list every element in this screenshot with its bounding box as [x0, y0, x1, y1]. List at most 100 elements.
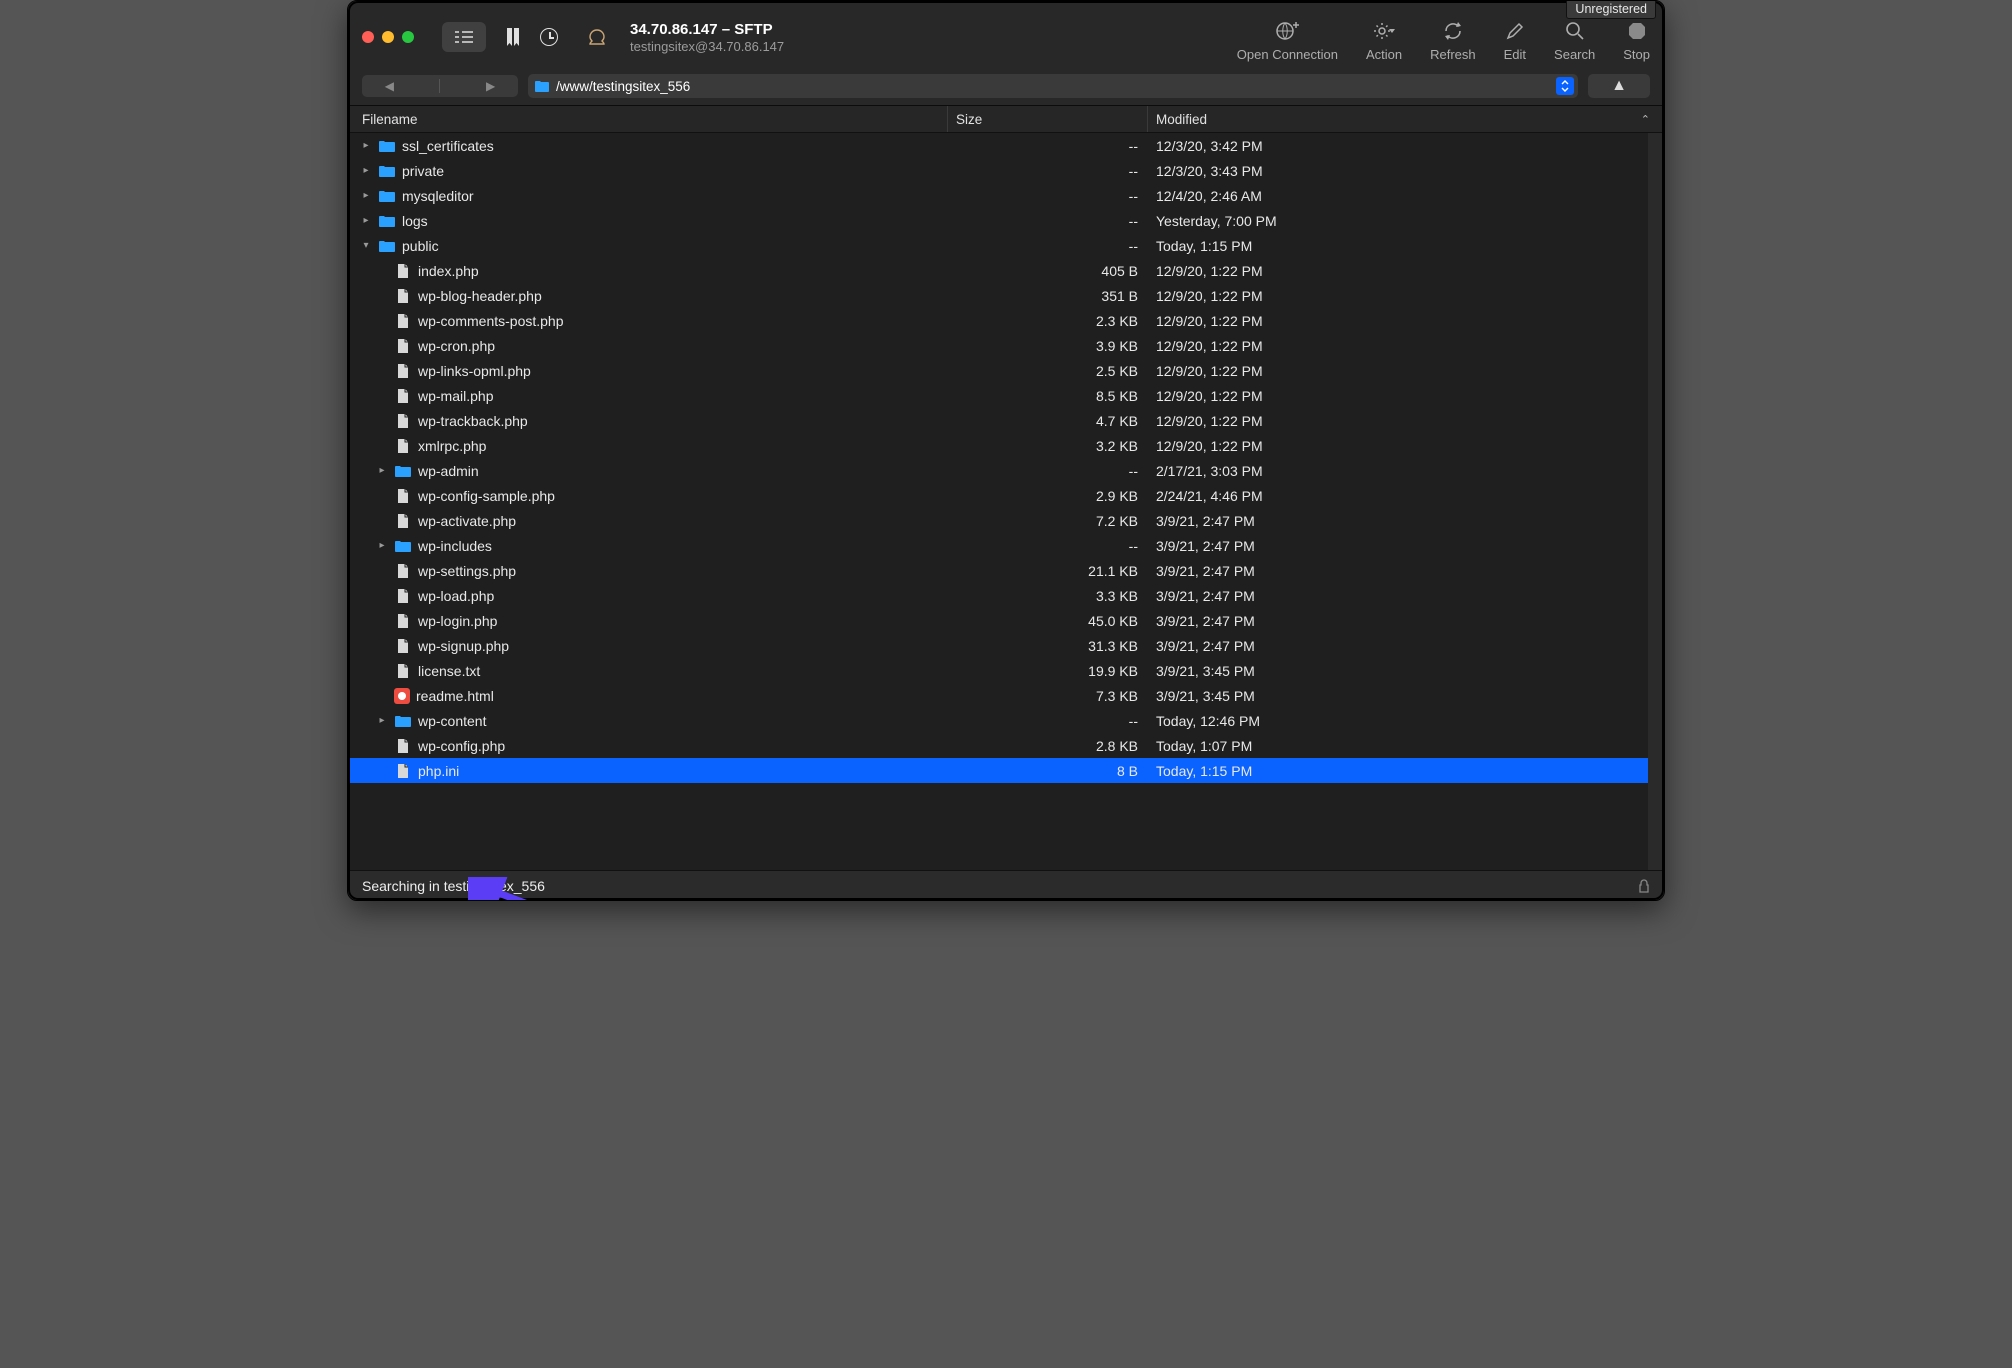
- file-name: public: [402, 238, 439, 254]
- folder-icon: [394, 712, 412, 730]
- disclosure-triangle-icon[interactable]: ▸: [360, 190, 372, 201]
- disclosure-triangle-icon[interactable]: ▸: [376, 465, 388, 476]
- table-row[interactable]: ▸mysqleditor--12/4/20, 2:46 AM: [348, 183, 1664, 208]
- file-modified: Today, 12:46 PM: [1148, 713, 1664, 729]
- folder-icon: [378, 187, 396, 205]
- table-row[interactable]: ▾public--Today, 1:15 PM: [348, 233, 1664, 258]
- file-name: logs: [402, 213, 428, 229]
- edit-button[interactable]: Edit: [1504, 19, 1526, 62]
- column-header-size[interactable]: Size: [948, 106, 1148, 132]
- file-size: 21.1 KB: [948, 563, 1148, 579]
- file-size: --: [948, 463, 1148, 479]
- table-row[interactable]: wp-activate.php7.2 KB3/9/21, 2:47 PM: [348, 508, 1664, 533]
- table-row[interactable]: wp-config-sample.php2.9 KB2/24/21, 4:46 …: [348, 483, 1664, 508]
- file-modified: 3/9/21, 3:45 PM: [1148, 663, 1664, 679]
- table-row[interactable]: wp-settings.php21.1 KB3/9/21, 2:47 PM: [348, 558, 1664, 583]
- disclosure-triangle-icon[interactable]: ▸: [360, 140, 372, 151]
- file-icon: [394, 637, 412, 655]
- file-name: private: [402, 163, 444, 179]
- window-title: 34.70.86.147 – SFTP: [630, 21, 784, 38]
- disclosure-triangle-icon[interactable]: ▸: [360, 215, 372, 226]
- file-name: wp-cron.php: [418, 338, 495, 354]
- minimize-window-button[interactable]: [382, 31, 394, 43]
- action-menu-button[interactable]: Action: [1366, 19, 1402, 62]
- table-row[interactable]: wp-trackback.php4.7 KB12/9/20, 1:22 PM: [348, 408, 1664, 433]
- history-icon[interactable]: [540, 28, 558, 46]
- open-connection-button[interactable]: Open Connection: [1237, 19, 1338, 62]
- table-row[interactable]: index.php405 B12/9/20, 1:22 PM: [348, 258, 1664, 283]
- path-field[interactable]: /www/testingsitex_556: [528, 74, 1578, 98]
- table-row[interactable]: wp-mail.php8.5 KB12/9/20, 1:22 PM: [348, 383, 1664, 408]
- folder-icon: [378, 237, 396, 255]
- table-row[interactable]: wp-blog-header.php351 B12/9/20, 1:22 PM: [348, 283, 1664, 308]
- file-size: 2.9 KB: [948, 488, 1148, 504]
- file-modified: 12/4/20, 2:46 AM: [1148, 188, 1664, 204]
- close-window-button[interactable]: [362, 31, 374, 43]
- file-modified: 2/17/21, 3:03 PM: [1148, 463, 1664, 479]
- file-modified: 3/9/21, 2:47 PM: [1148, 538, 1664, 554]
- cyberduck-icon: [586, 27, 608, 47]
- table-row[interactable]: ▸wp-includes--3/9/21, 2:47 PM: [348, 533, 1664, 558]
- table-row[interactable]: wp-config.php2.8 KBToday, 1:07 PM: [348, 733, 1664, 758]
- file-name: license.txt: [418, 663, 480, 679]
- file-size: --: [948, 213, 1148, 229]
- file-name: wp-activate.php: [418, 513, 516, 529]
- table-row[interactable]: wp-links-opml.php2.5 KB12/9/20, 1:22 PM: [348, 358, 1664, 383]
- file-modified: 12/9/20, 1:22 PM: [1148, 413, 1664, 429]
- table-row[interactable]: wp-cron.php3.9 KB12/9/20, 1:22 PM: [348, 333, 1664, 358]
- table-row[interactable]: ▸ logs --Yesterday, 7:00 PM: [348, 208, 1664, 233]
- file-modified: 3/9/21, 3:45 PM: [1148, 688, 1664, 704]
- nav-forward-button[interactable]: ▶: [486, 79, 495, 93]
- disclosure-triangle-icon[interactable]: ▸: [376, 715, 388, 726]
- column-header-filename[interactable]: Filename: [348, 106, 948, 132]
- file-modified: Yesterday, 7:00 PM: [1148, 213, 1664, 229]
- file-modified: 3/9/21, 2:47 PM: [1148, 563, 1664, 579]
- file-icon: [394, 487, 412, 505]
- table-row[interactable]: ▸wp-admin--2/17/21, 3:03 PM: [348, 458, 1664, 483]
- file-size: 2.3 KB: [948, 313, 1148, 329]
- folder-icon: [378, 212, 396, 230]
- file-size: 4.7 KB: [948, 413, 1148, 429]
- table-row[interactable]: ▸wp-content--Today, 12:46 PM: [348, 708, 1664, 733]
- bookmarks-icon[interactable]: [504, 27, 522, 47]
- disclosure-triangle-icon[interactable]: ▸: [376, 540, 388, 551]
- table-row[interactable]: wp-signup.php31.3 KB3/9/21, 2:47 PM: [348, 633, 1664, 658]
- file-modified: 3/9/21, 2:47 PM: [1148, 513, 1664, 529]
- table-row[interactable]: ▸ssl_certificates--12/3/20, 3:42 PM: [348, 133, 1664, 158]
- table-header: Filename Size Modified ⌃: [348, 105, 1664, 133]
- file-name: wp-signup.php: [418, 638, 509, 654]
- table-row[interactable]: wp-login.php45.0 KB3/9/21, 2:47 PM: [348, 608, 1664, 633]
- table-row[interactable]: wp-comments-post.php2.3 KB12/9/20, 1:22 …: [348, 308, 1664, 333]
- file-size: 405 B: [948, 263, 1148, 279]
- table-row[interactable]: ▸private--12/3/20, 3:43 PM: [348, 158, 1664, 183]
- column-header-modified[interactable]: Modified ⌃: [1148, 106, 1664, 132]
- file-modified: 12/3/20, 3:42 PM: [1148, 138, 1664, 154]
- refresh-button[interactable]: Refresh: [1430, 19, 1476, 62]
- nav-back-button[interactable]: ◀: [385, 79, 394, 93]
- stop-button[interactable]: Stop: [1623, 19, 1650, 62]
- scrollbar[interactable]: [1648, 133, 1664, 870]
- table-row[interactable]: readme.html7.3 KB3/9/21, 3:45 PM: [348, 683, 1664, 708]
- disclosure-triangle-icon[interactable]: ▾: [360, 240, 372, 251]
- file-name: xmlrpc.php: [418, 438, 486, 454]
- file-modified: 12/9/20, 1:22 PM: [1148, 388, 1664, 404]
- file-name: wp-comments-post.php: [418, 313, 564, 329]
- file-modified: 3/9/21, 2:47 PM: [1148, 638, 1664, 654]
- file-table: Filename Size Modified ⌃ ▸ssl_certificat…: [348, 105, 1664, 870]
- table-body[interactable]: ▸ssl_certificates--12/3/20, 3:42 PM▸priv…: [348, 133, 1664, 870]
- table-row[interactable]: php.ini8 BToday, 1:15 PM: [348, 758, 1664, 783]
- go-up-button[interactable]: ▲: [1588, 74, 1650, 98]
- globe-plus-icon: [1275, 19, 1299, 43]
- file-size: --: [948, 163, 1148, 179]
- disclosure-triangle-icon[interactable]: ▸: [360, 165, 372, 176]
- zoom-window-button[interactable]: [402, 31, 414, 43]
- table-row[interactable]: license.txt19.9 KB3/9/21, 3:45 PM: [348, 658, 1664, 683]
- file-name: wp-login.php: [418, 613, 497, 629]
- search-button[interactable]: Search: [1554, 19, 1595, 62]
- table-row[interactable]: wp-load.php3.3 KB3/9/21, 2:47 PM: [348, 583, 1664, 608]
- file-name: wp-content: [418, 713, 486, 729]
- status-bar: Searching in testingsitex_556: [348, 870, 1664, 900]
- table-row[interactable]: xmlrpc.php3.2 KB12/9/20, 1:22 PM: [348, 433, 1664, 458]
- path-dropdown-button[interactable]: [1556, 77, 1574, 95]
- toolbar-toggle-sidebar-button[interactable]: [442, 22, 486, 52]
